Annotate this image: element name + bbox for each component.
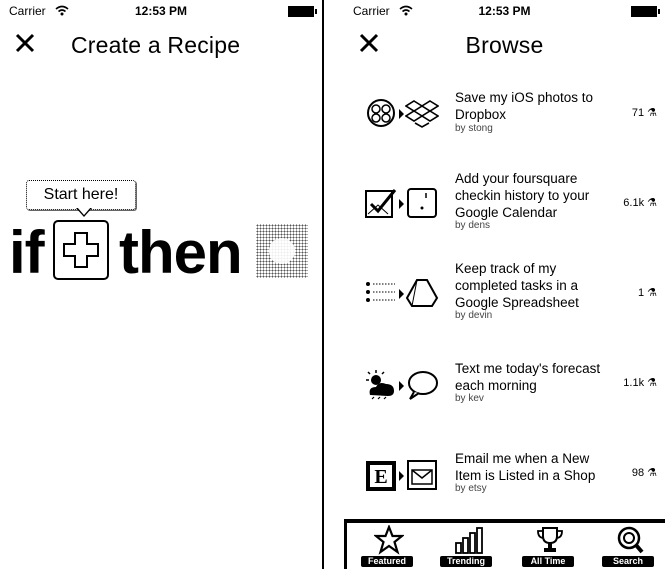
recipe-author: by kev <box>455 393 484 404</box>
tab-label: Featured <box>361 556 413 567</box>
status-time: 12:53 PM <box>478 4 531 18</box>
recipe-row[interactable]: Keep track of my completed tasks in a Go… <box>344 260 665 350</box>
recipe-title: Add your foursquare checkin history to y… <box>455 171 590 220</box>
foursquare-icon <box>365 189 397 218</box>
action-placeholder-icon <box>269 238 295 264</box>
recipe-author: by etsy <box>455 483 487 494</box>
recipe-row[interactable]: Add your foursquare checkin history to y… <box>344 170 665 260</box>
weather-icon <box>366 370 394 400</box>
recipe-author: by stong <box>455 123 493 134</box>
svg-text:E: E <box>374 466 387 488</box>
recipe-author: by dens <box>455 220 491 231</box>
if-label: if <box>9 219 45 286</box>
reminders-icon <box>366 282 395 302</box>
recipe-count: 71 ⚗ <box>631 107 657 119</box>
recipe-count: 98 ⚗ <box>631 467 657 479</box>
tab-trending[interactable]: Trending <box>431 523 501 569</box>
start-here-tooltip: Start here! <box>26 180 136 210</box>
page-title: Browse <box>465 32 544 58</box>
recipe-channel-icons <box>364 96 439 132</box>
recipe-channel-icons <box>364 186 439 222</box>
recipe-count: 1 ⚗ <box>637 287 657 299</box>
close-icon[interactable] <box>13 31 37 55</box>
trending-icon <box>455 527 483 554</box>
tooltip-text: Start here! <box>43 186 119 203</box>
then-label: then <box>119 219 243 286</box>
arrow-icon <box>399 381 404 391</box>
tooltip-arrow <box>76 207 92 217</box>
recipe-channel-icons: E <box>364 458 439 494</box>
tab-featured[interactable]: Featured <box>352 523 422 569</box>
star-icon <box>374 525 404 555</box>
plus-icon <box>63 232 99 268</box>
photos-icon <box>367 99 395 127</box>
tab-label: All Time <box>522 556 574 567</box>
tab-label: Trending <box>440 556 492 567</box>
nav-bar: Browse <box>344 22 665 66</box>
status-bar: Carrier 12:53 PM <box>344 0 665 22</box>
tab-label: Search <box>602 556 654 567</box>
recipe-title: Save my iOS photos to Dropbox <box>455 90 594 122</box>
tab-bar: Featured Trending All Time Search <box>344 519 665 569</box>
browse-screen: Carrier 12:53 PM Browse Save my iOS phot… <box>344 0 665 569</box>
etsy-icon: E <box>366 461 396 491</box>
recipe-count: 6.1k ⚗ <box>623 197 657 209</box>
tab-search[interactable]: Search <box>593 523 663 569</box>
recipe-title: Text me today's forecast each morning <box>455 361 601 393</box>
action-slot-disabled <box>256 224 308 278</box>
google-calendar-icon <box>407 188 437 218</box>
google-drive-icon <box>405 279 439 307</box>
status-bar: Carrier 12:53 PM <box>0 0 322 22</box>
recipe-row[interactable]: Text me today's forecast each morning by… <box>344 358 665 448</box>
recipe-title: Keep track of my completed tasks in a Go… <box>455 261 579 310</box>
battery-icon <box>288 6 317 17</box>
arrow-icon <box>399 289 404 299</box>
sms-icon <box>408 371 438 400</box>
screen-divider <box>322 0 344 569</box>
dropbox-icon <box>405 100 439 128</box>
arrow-icon <box>399 199 404 209</box>
page-title: Create a Recipe <box>71 32 241 58</box>
arrow-icon <box>399 109 404 119</box>
tab-all-time[interactable]: All Time <box>513 523 583 569</box>
recipe-channel-icons <box>364 368 439 404</box>
trophy-icon <box>537 527 563 552</box>
add-trigger-button[interactable] <box>53 220 109 280</box>
recipe-title: Email me when a New Item is Listed in a … <box>455 451 596 483</box>
search-icon <box>617 526 644 554</box>
email-icon <box>407 460 437 490</box>
recipe-channel-icons <box>364 276 439 312</box>
battery-icon <box>631 6 660 17</box>
create-recipe-screen: Carrier 12:53 PM Create a Recipe Start h… <box>0 0 322 569</box>
nav-bar: Create a Recipe <box>0 22 322 66</box>
arrow-icon <box>399 471 404 481</box>
recipe-count: 1.1k ⚗ <box>623 377 657 389</box>
status-time: 12:53 PM <box>134 4 188 18</box>
recipe-row[interactable]: Save my iOS photos to Dropbox by stong 7… <box>344 86 665 176</box>
recipe-author: by devin <box>455 310 493 321</box>
